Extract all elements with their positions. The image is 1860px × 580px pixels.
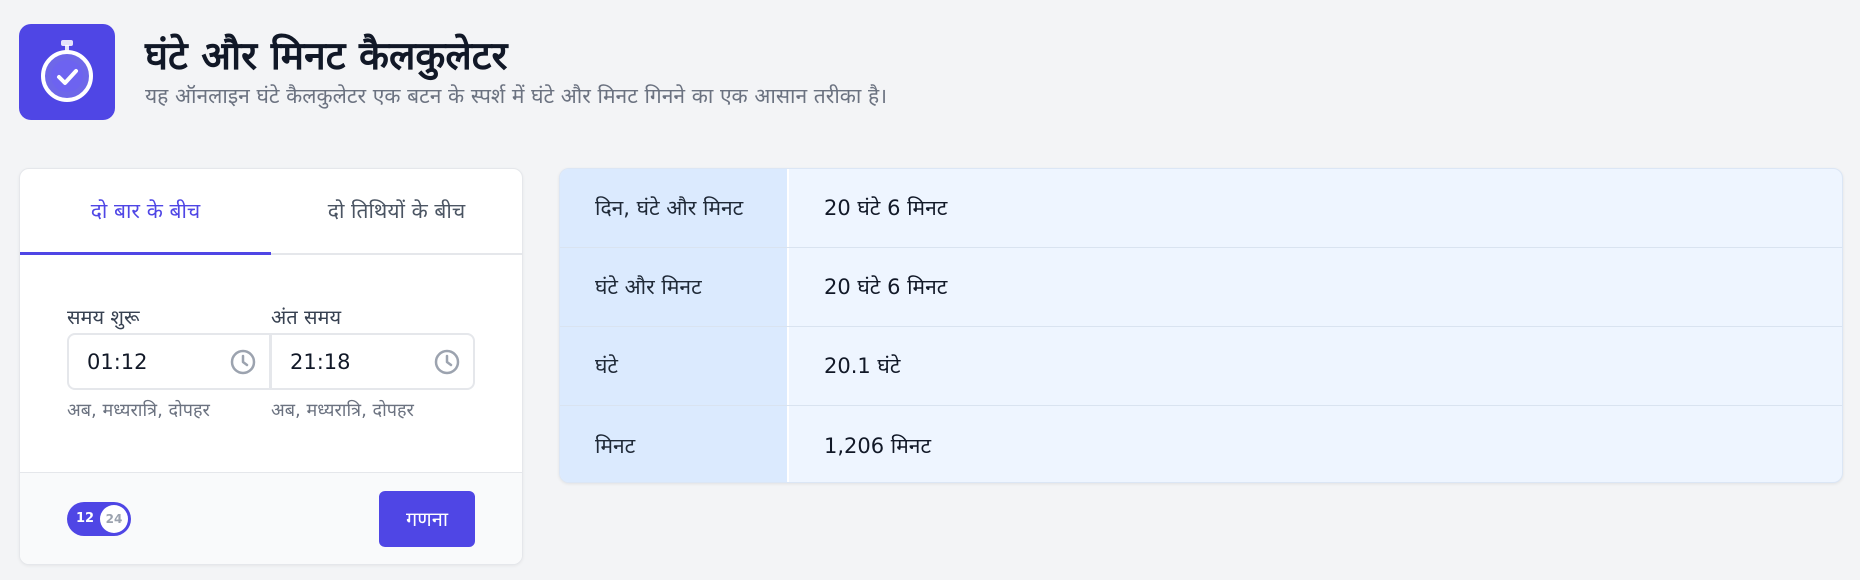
tab-bar: दो बार के बीच दो तिथियों के बीच (20, 169, 522, 255)
results-table: दिन, घंटे और मिनट 20 घंटे 6 मिनट घंटे और… (559, 168, 1843, 483)
tab-between-two-dates[interactable]: दो तिथियों के बीच (271, 169, 522, 253)
page-subtitle: यह ऑनलाइन घंटे कैलकुलेटर एक बटन के स्पर्… (145, 84, 888, 108)
stopwatch-check-icon (19, 24, 115, 120)
toggle-12-label: 12 (76, 511, 95, 526)
start-time-value[interactable]: 01:12 (87, 350, 148, 374)
result-row: मिनट 1,206 मिनट (560, 406, 1842, 482)
end-time-value[interactable]: 21:18 (290, 350, 351, 374)
result-row: घंटे 20.1 घंटे (560, 327, 1842, 406)
result-value: 20 घंटे 6 मिनट (824, 196, 948, 220)
start-time-hint: अब, मध्यरात्रि, दोपहर (67, 400, 210, 421)
calculate-button[interactable]: गणना (379, 490, 475, 547)
page-header: घंटे और मिनट कैलकुलेटर यह ऑनलाइन घंटे कै… (19, 24, 887, 120)
result-row: घंटे और मिनट 20 घंटे 6 मिनट (560, 248, 1842, 327)
12-24-hour-toggle[interactable]: 12 24 (67, 501, 131, 536)
result-label: दिन, घंटे और मिनट (560, 169, 789, 247)
end-time-input[interactable]: 21:18 (271, 333, 475, 390)
tab-between-two-times[interactable]: दो बार के बीच (20, 169, 271, 255)
result-value: 20.1 घंटे (824, 354, 901, 378)
result-label: मिनट (560, 406, 789, 482)
start-time-input[interactable]: 01:12 (67, 333, 271, 390)
result-label: घंटे (560, 327, 789, 405)
card-footer: 12 24 गणना (20, 472, 522, 564)
start-time-group: समय शुरू 01:12 अब, मध्यरात्रि, दोपहर (67, 301, 271, 422)
toggle-24-knob[interactable]: 24 (100, 504, 128, 533)
end-time-hint: अब, मध्यरात्रि, दोपहर (271, 400, 414, 421)
clock-icon[interactable] (229, 348, 257, 376)
end-time-label: अंत समय (271, 305, 342, 329)
start-time-label: समय शुरू (67, 305, 140, 329)
time-fields: समय शुरू 01:12 अब, मध्यरात्रि, दोपहर अंत… (67, 301, 475, 422)
clock-icon[interactable] (433, 348, 461, 376)
page-title: घंटे और मिनट कैलकुलेटर (145, 34, 508, 79)
result-value: 1,206 मिनट (824, 433, 932, 458)
result-value: 20 घंटे 6 मिनट (824, 275, 948, 299)
end-time-group: अंत समय 21:18 अब, मध्यरात्रि, दोपहर (271, 301, 475, 422)
result-row: दिन, घंटे और मिनट 20 घंटे 6 मिनट (560, 169, 1842, 248)
result-label: घंटे और मिनट (560, 248, 789, 326)
calculator-card: दो बार के बीच दो तिथियों के बीच समय शुरू… (19, 168, 523, 565)
